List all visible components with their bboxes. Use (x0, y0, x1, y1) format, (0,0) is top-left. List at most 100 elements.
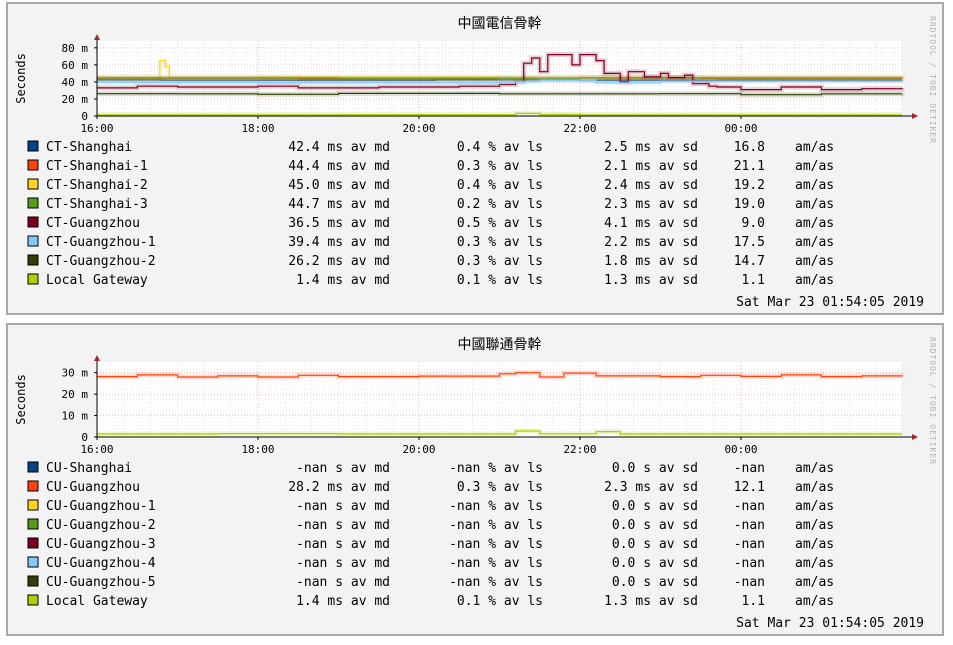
legend-unit: am/as (795, 140, 834, 155)
legend-label: Local Gateway (46, 273, 148, 288)
legend-label: CT-Guangzhou (46, 216, 140, 231)
legend-swatch (27, 178, 39, 190)
legend-ratio: 19.2 (734, 178, 765, 193)
legend-median: 1.4 ms av md (296, 273, 390, 288)
legend-sd: 0.0 s av sd (612, 556, 698, 571)
legend-label: CU-Shanghai (46, 461, 132, 476)
legend-loss: -nan % av ls (449, 499, 543, 514)
x-tick-label: 16:00 (80, 122, 113, 135)
legend-swatch (27, 461, 39, 473)
legend-median: 39.4 ms av md (288, 235, 390, 250)
legend-unit: am/as (795, 518, 834, 533)
legend-median: 42.4 ms av md (288, 140, 390, 155)
y-axis-arrow-icon (94, 355, 100, 361)
legend-unit: am/as (795, 216, 834, 231)
x-tick-label: 18:00 (241, 443, 274, 456)
legend-label: CU-Guangzhou-3 (46, 537, 156, 552)
x-axis-arrow-icon (912, 113, 918, 119)
y-tick-label: 40 m (62, 76, 89, 89)
legend-swatch (27, 216, 39, 228)
legend-label: CT-Guangzhou-2 (46, 254, 156, 269)
y-axis-label: Seconds (14, 53, 28, 104)
legend-sd: 1.3 ms av sd (604, 273, 698, 288)
legend-swatch (27, 235, 39, 247)
x-tick-label: 00:00 (724, 122, 757, 135)
legend-sd: 2.3 ms av sd (604, 480, 698, 495)
legend-unit: am/as (795, 235, 834, 250)
legend-label: CT-Shanghai-2 (46, 178, 148, 193)
legend-median: -nan s av md (296, 537, 390, 552)
legend-swatch (27, 556, 39, 568)
x-tick-label: 22:00 (563, 443, 596, 456)
legend-ratio: -nan (734, 461, 765, 476)
cu-backbone-svg: 中國聯通骨幹 RRDTOOL / TOBI OETIKERSeconds010 m… (14, 336, 937, 631)
legend-label: CT-Shanghai (46, 140, 132, 155)
legend-ratio: 9.0 (742, 216, 765, 231)
x-tick-label: 18:00 (241, 122, 274, 135)
legend-sd: 2.4 ms av sd (604, 178, 698, 193)
legend-median: -nan s av md (296, 461, 390, 476)
legend-median: 36.5 ms av md (288, 216, 390, 231)
x-tick-label: 22:00 (563, 122, 596, 135)
x-tick-label: 16:00 (80, 443, 113, 456)
legend-ratio: 17.5 (734, 235, 765, 250)
legend-unit: am/as (795, 575, 834, 590)
legend-ratio: 12.1 (734, 480, 765, 495)
legend-label: CT-Shanghai-3 (46, 197, 148, 212)
legend-label: CU-Guangzhou-2 (46, 518, 156, 533)
x-tick-label: 20:00 (402, 122, 435, 135)
legend-unit: am/as (795, 254, 834, 269)
legend-swatch (27, 273, 39, 285)
legend-median: 26.2 ms av md (288, 254, 390, 269)
legend-sd: 4.1 ms av sd (604, 216, 698, 231)
chart-title: 中國聯通骨幹 (458, 336, 542, 353)
cu-backbone-graph: 中國聯通骨幹 RRDTOOL / TOBI OETIKER Seconds 0 10 m… (6, 323, 944, 636)
x-axis-arrow-icon (912, 434, 918, 440)
legend-median: -nan s av md (296, 518, 390, 533)
y-tick-label: 30 m (62, 367, 89, 380)
legend-swatch (27, 594, 39, 606)
x-tick-label: 00:00 (724, 443, 757, 456)
legend-unit: am/as (795, 197, 834, 212)
legend-loss: -nan % av ls (449, 537, 543, 552)
legend-swatch (27, 254, 39, 266)
legend-unit: am/as (795, 461, 834, 476)
y-axis-arrow-icon (94, 34, 100, 40)
legend-median: 1.4 ms av md (296, 594, 390, 609)
legend-loss: -nan % av ls (449, 556, 543, 571)
legend-loss: 0.2 % av ls (457, 197, 543, 212)
legend-unit: am/as (795, 556, 834, 571)
legend-ratio: -nan (734, 556, 765, 571)
legend-median: 28.2 ms av md (288, 480, 390, 495)
legend-median: 45.0 ms av md (288, 178, 390, 193)
legend-loss: 0.4 % av ls (457, 140, 543, 155)
legend-sd: 2.1 ms av sd (604, 159, 698, 174)
legend-unit: am/as (795, 178, 834, 193)
legend-loss: 0.3 % av ls (457, 235, 543, 250)
legend-swatch (27, 480, 39, 492)
x-tick-label: 20:00 (402, 443, 435, 456)
legend-loss: 0.5 % av ls (457, 216, 543, 231)
legend-unit: am/as (795, 499, 834, 514)
y-tick-label: 60 m (62, 59, 89, 72)
legend-label: Local Gateway (46, 594, 148, 609)
legend-median: 44.7 ms av md (288, 197, 390, 212)
legend-ratio: 21.1 (734, 159, 765, 174)
legend-loss: 0.4 % av ls (457, 178, 543, 193)
ct-backbone-svg: 中國電信骨幹 RRDTOOL / TOBI OETIKERSeconds020 m… (14, 15, 937, 310)
legend-unit: am/as (795, 537, 834, 552)
legend-loss: 0.3 % av ls (457, 254, 543, 269)
legend-label: CT-Shanghai-1 (46, 159, 148, 174)
legend-median: -nan s av md (296, 556, 390, 571)
timestamp-text: Sat Mar 23 01:54:05 2019 (736, 295, 924, 310)
legend-swatch (27, 197, 39, 209)
y-tick-label: 20 m (62, 93, 89, 106)
y-tick-label: 80 m (62, 42, 89, 55)
legend-ratio: 1.1 (742, 273, 765, 288)
watermark-text: RRDTOOL / TOBI OETIKER (928, 16, 937, 144)
legend-loss: 0.3 % av ls (457, 480, 543, 495)
legend-ratio: 19.0 (734, 197, 765, 212)
legend-sd: 2.3 ms av sd (604, 197, 698, 212)
legend-label: CU-Guangzhou-4 (46, 556, 156, 571)
timestamp-text: Sat Mar 23 01:54:05 2019 (736, 616, 924, 631)
